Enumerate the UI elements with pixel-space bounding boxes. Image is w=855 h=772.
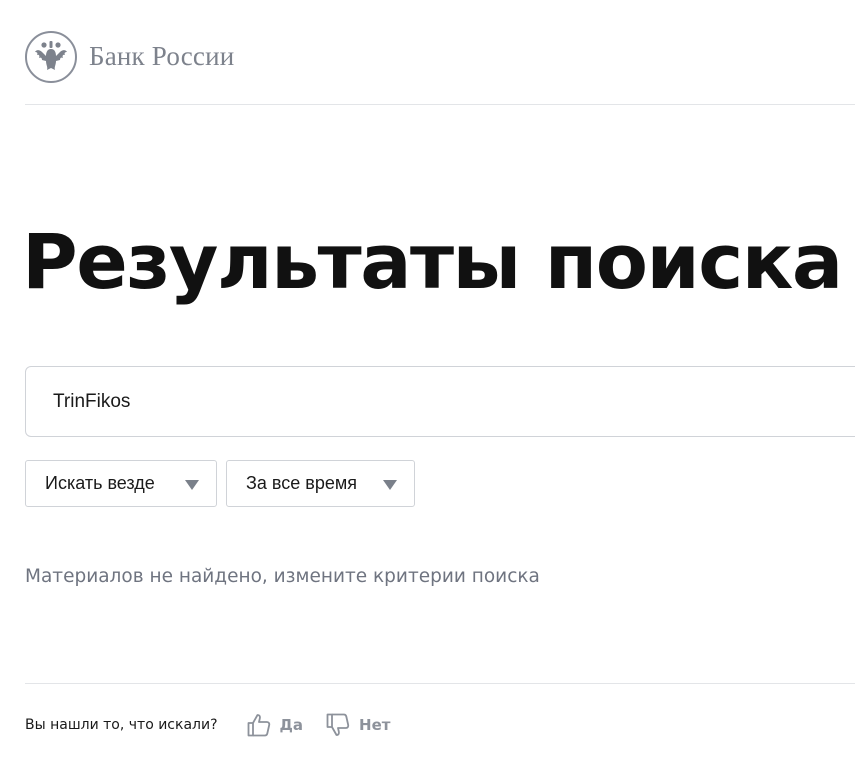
triangle-down-icon	[383, 480, 397, 490]
feedback-no-button[interactable]: Нет	[325, 712, 390, 738]
scope-select[interactable]: Искать везде	[25, 460, 217, 507]
thumbs-down-icon	[326, 713, 350, 736]
header-divider	[25, 104, 855, 105]
feedback-yes-label: Да	[279, 716, 304, 734]
feedback-bar: Вы нашли то, что искали? Да Нет	[25, 709, 390, 741]
feedback-no-label: Нет	[359, 716, 391, 734]
site-header: Банк России	[25, 29, 234, 84]
period-select-label: За все время	[246, 473, 357, 493]
triangle-down-icon	[185, 480, 199, 490]
no-results-message: Материалов не найдено, измените критерии…	[25, 566, 540, 587]
search-field[interactable]	[25, 366, 855, 437]
feedback-yes-button[interactable]: Да	[246, 712, 303, 738]
thumbs-up-icon	[247, 714, 270, 737]
scope-select-label: Искать везде	[45, 473, 155, 493]
feedback-question: Вы нашли то, что искали?	[25, 717, 218, 733]
page: Банк России Результаты поиска Искать вез…	[0, 0, 855, 772]
search-input[interactable]	[53, 367, 833, 436]
bank-emblem-icon[interactable]	[25, 30, 77, 83]
brand-name[interactable]: Банк России	[89, 41, 234, 72]
period-select[interactable]: За все время	[226, 460, 415, 507]
feedback-divider	[25, 683, 855, 684]
page-title: Результаты поиска	[22, 217, 843, 306]
